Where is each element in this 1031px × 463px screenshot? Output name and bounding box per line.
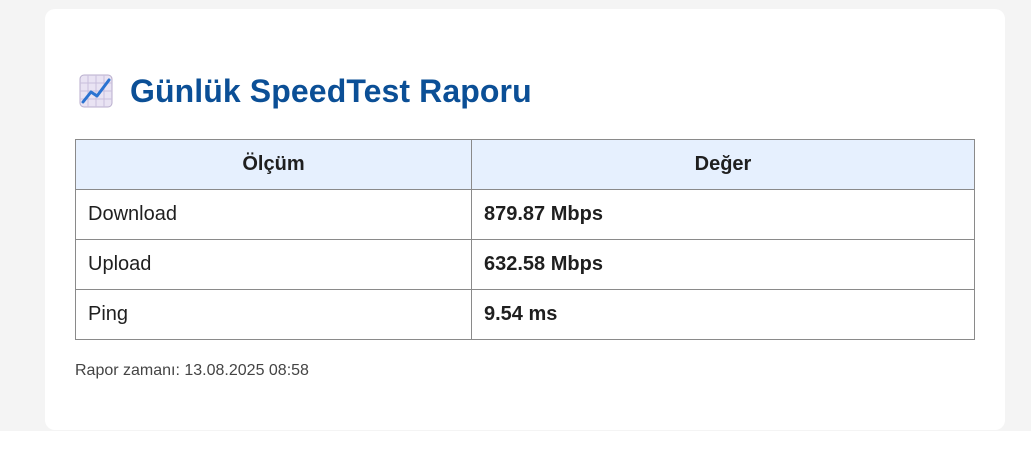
- value-cell: 879.87 Mbps: [471, 189, 975, 240]
- metric-cell: Upload: [75, 239, 472, 290]
- report-header: Günlük SpeedTest Raporu: [79, 71, 532, 111]
- speedtest-table: Ölçüm Değer Download 879.87 Mbps Upload …: [75, 139, 975, 340]
- page-title: Günlük SpeedTest Raporu: [130, 72, 532, 109]
- report-timestamp: Rapor zamanı: 13.08.2025 08:58: [75, 362, 309, 379]
- value-cell: 632.58 Mbps: [471, 239, 975, 290]
- column-header-metric: Ölçüm: [75, 139, 472, 190]
- value-cell: 9.54 ms: [471, 289, 975, 340]
- report-card: Günlük SpeedTest Raporu Ölçüm Değer Down…: [45, 9, 1005, 430]
- table-header-row: Ölçüm Değer: [75, 139, 975, 190]
- table-row: Download 879.87 Mbps: [75, 189, 975, 240]
- table-row: Upload 632.58 Mbps: [75, 239, 975, 290]
- table-row: Ping 9.54 ms: [75, 289, 975, 340]
- column-header-value: Değer: [471, 139, 975, 190]
- metric-cell: Ping: [75, 289, 472, 340]
- metric-cell: Download: [75, 189, 472, 240]
- chart-increasing-icon: [79, 74, 113, 108]
